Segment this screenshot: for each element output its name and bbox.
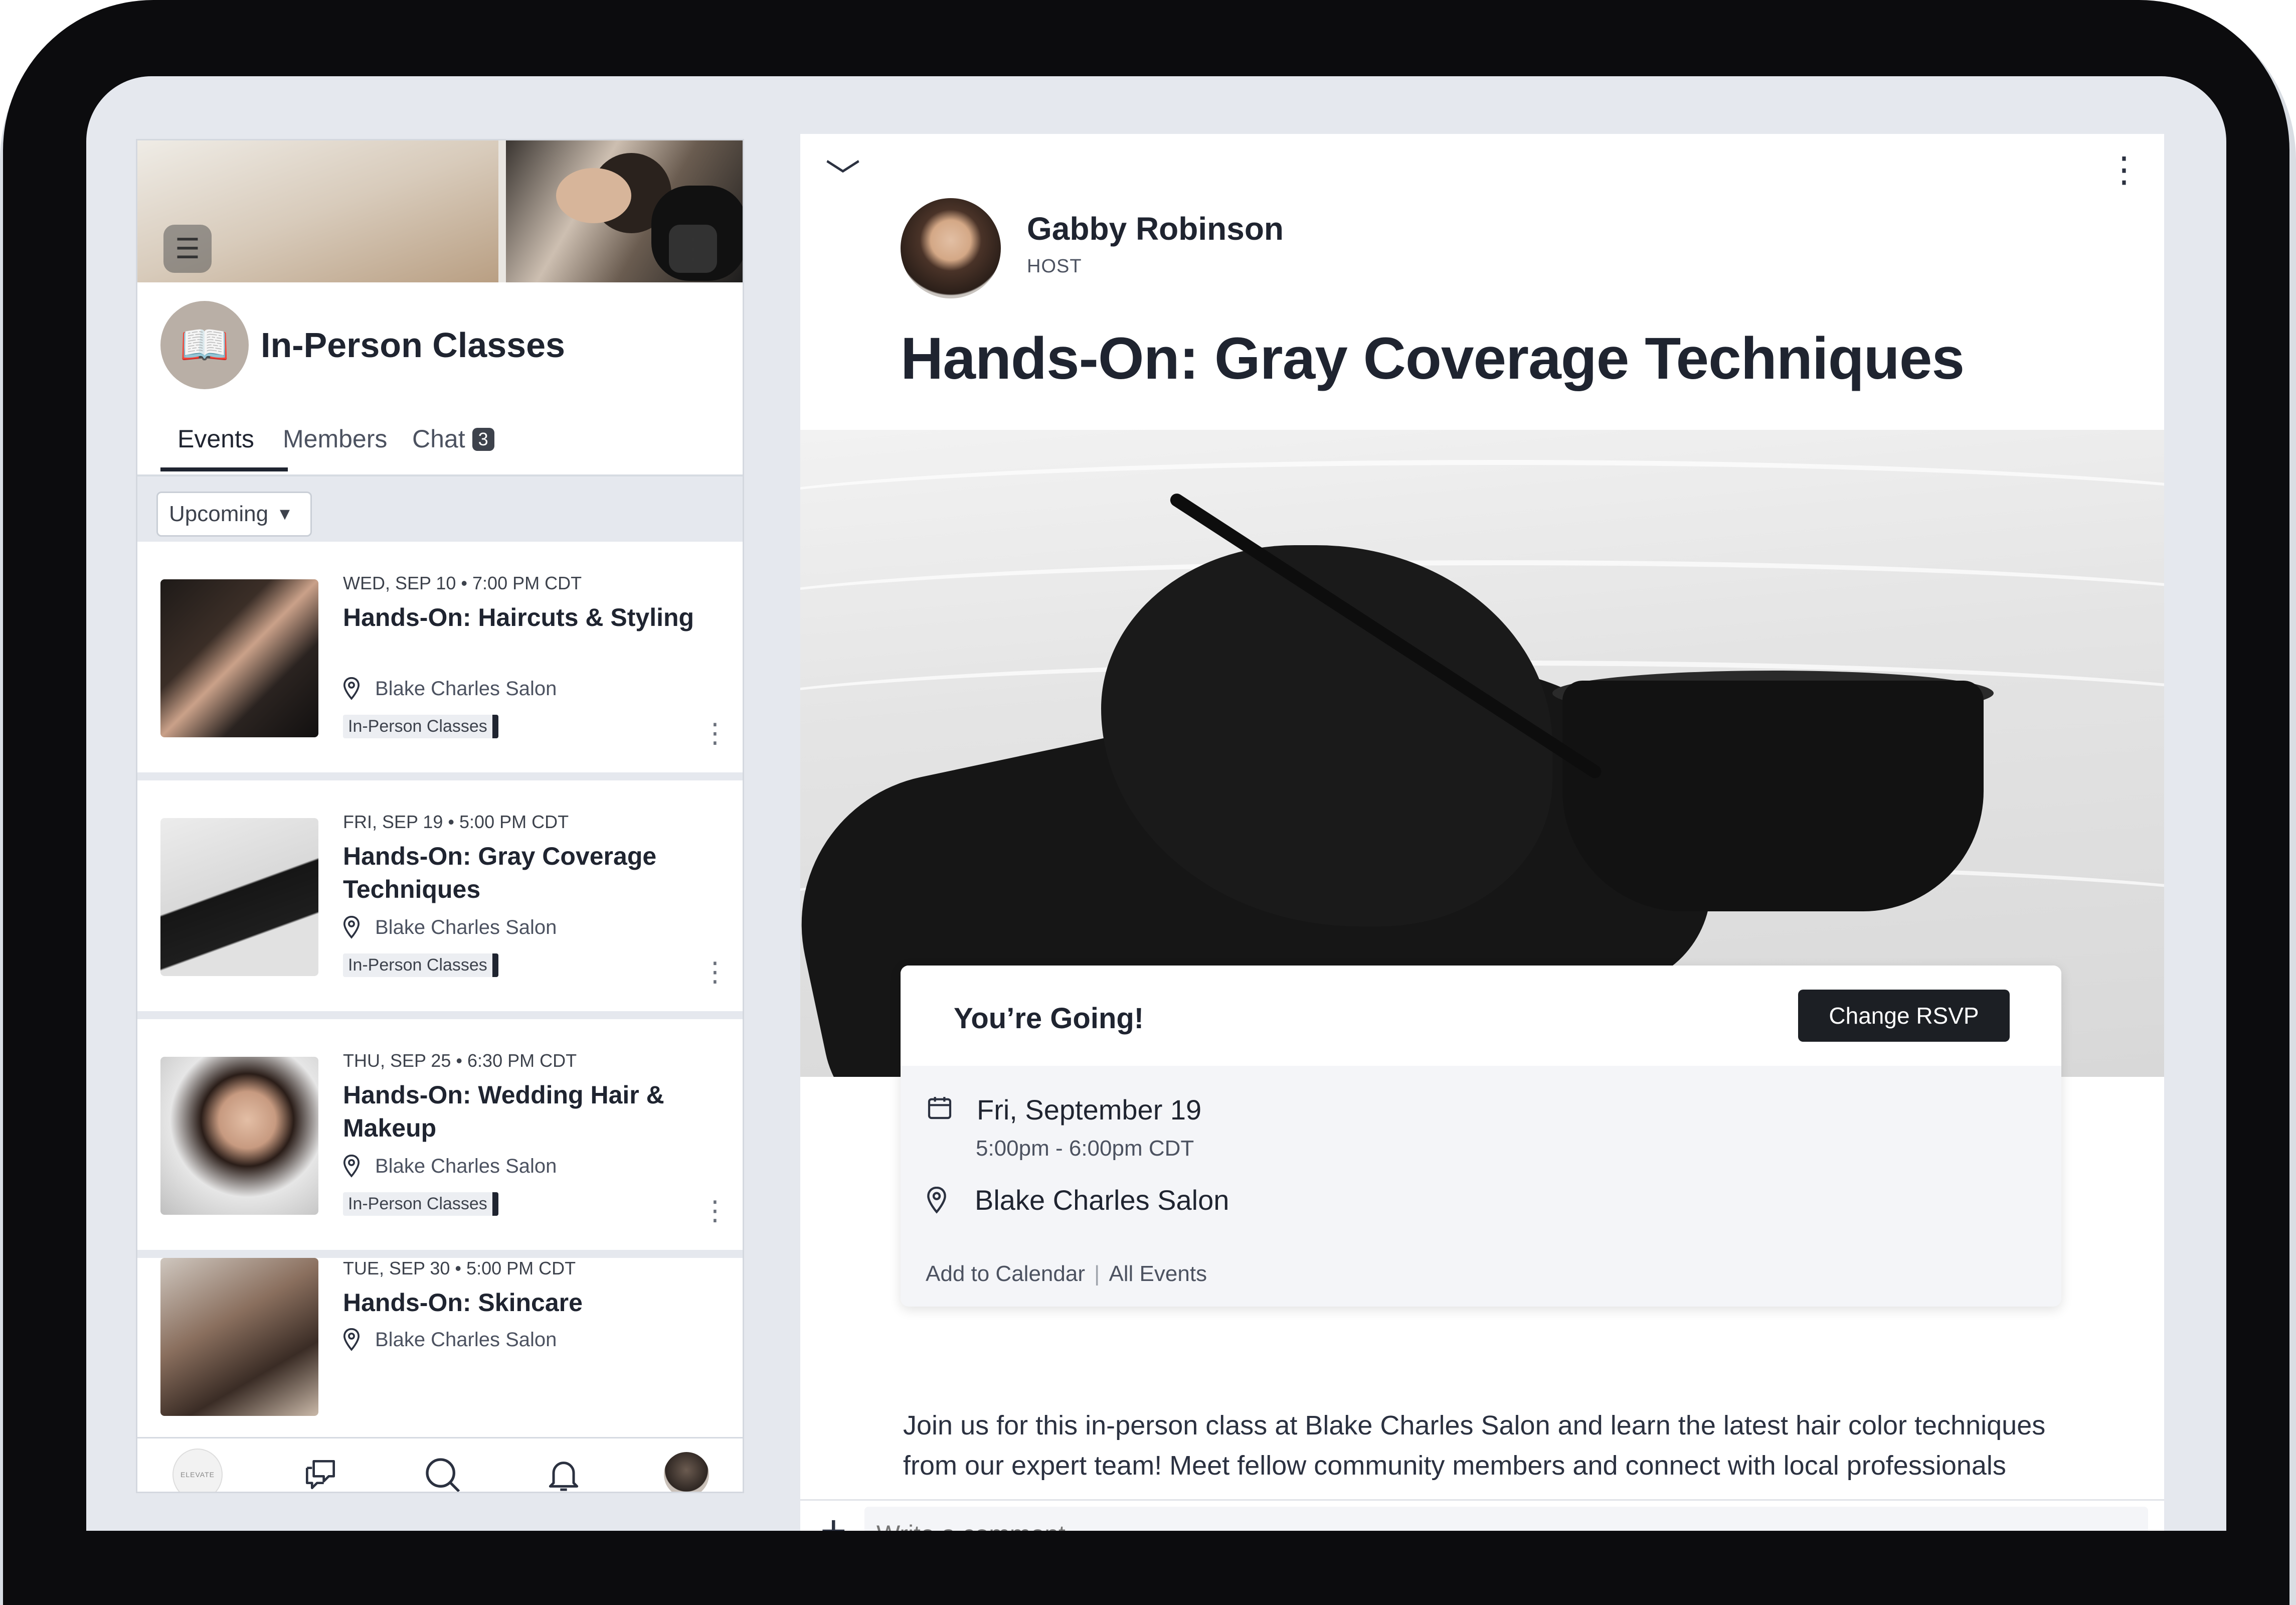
comment-input[interactable]: [864, 1507, 2148, 1531]
group-cover-image: ☰ ⋮: [137, 140, 743, 282]
wave-texture: [800, 460, 2164, 565]
tint-bowl-shape: [1562, 681, 1984, 911]
location-pin-icon: [343, 916, 360, 939]
avatar: [664, 1452, 709, 1492]
host-avatar: [901, 198, 1001, 298]
bell-icon[interactable]: [539, 1450, 589, 1492]
event-location-text: Blake Charles Salon: [975, 1184, 1229, 1216]
tab-events-label: Events: [178, 425, 254, 453]
event-thumbnail: [160, 818, 318, 976]
event-list-item[interactable]: FRI, SEP 19 • 5:00 PM CDT Hands-On: Gray…: [137, 780, 743, 1011]
event-group-tag: In-Person Classes: [343, 953, 498, 977]
group-header: 📖 In-Person Classes: [160, 300, 565, 390]
location-pin-icon: [343, 677, 360, 700]
location-pin-icon: [927, 1186, 946, 1214]
tab-chat-label: Chat: [412, 425, 465, 453]
event-location: Blake Charles Salon: [343, 1328, 557, 1351]
divider: [137, 772, 743, 780]
profile-avatar[interactable]: [661, 1450, 712, 1492]
bottom-nav: ELEVATE: [137, 1437, 743, 1492]
event-more-icon[interactable]: ⋮: [701, 956, 729, 988]
filter-bar: Upcoming ▼: [137, 476, 743, 542]
group-title: In-Person Classes: [261, 326, 565, 365]
event-links: Add to Calendar | All Events: [926, 1261, 1207, 1287]
event-filter-dropdown[interactable]: Upcoming ▼: [156, 492, 312, 537]
caret-down-icon: ▼: [276, 504, 293, 524]
event-more-icon[interactable]: ⋮: [701, 1195, 729, 1226]
event-location-row: Blake Charles Salon: [927, 1184, 1229, 1216]
event-title: Hands-On: Haircuts & Styling: [343, 603, 694, 631]
event-date: FRI, SEP 19 • 5:00 PM CDT: [343, 812, 569, 832]
app-screen: ☰ ⋮ 📖 In-Person Classes Events Members C…: [86, 76, 2226, 1531]
rsvp-header: You’re Going! Change RSVP: [901, 966, 2061, 1066]
tab-members[interactable]: Members: [283, 424, 387, 453]
event-date: TUE, SEP 30 • 5:00 PM CDT: [343, 1258, 576, 1278]
rsvp-status: You’re Going!: [954, 1002, 1144, 1035]
event-list-item[interactable]: THU, SEP 25 • 6:30 PM CDT Hands-On: Wedd…: [137, 1019, 743, 1250]
chevron-down-icon[interactable]: ﹀: [825, 149, 860, 200]
group-panel: ☰ ⋮ 📖 In-Person Classes Events Members C…: [136, 139, 744, 1493]
event-description: Join us for this in-person class at Blak…: [903, 1410, 2046, 1481]
host-name: Gabby Robinson: [1027, 211, 1284, 247]
event-title: Hands-On: Wedding Hair & Makeup: [343, 1081, 664, 1142]
tab-events[interactable]: Events: [178, 424, 254, 453]
tab-chat[interactable]: Chat 3: [412, 424, 494, 453]
event-list-item[interactable]: WED, SEP 10 • 7:00 PM CDT Hands-On: Hair…: [137, 542, 743, 772]
event-location-text: Blake Charles Salon: [375, 677, 557, 700]
event-location-text: Blake Charles Salon: [375, 1155, 557, 1177]
event-location: Blake Charles Salon: [343, 677, 557, 700]
event-time-text: 5:00pm - 6:00pm CDT: [976, 1136, 1194, 1161]
chat-count-badge: 3: [472, 428, 494, 451]
chat-bubbles-icon: [306, 1460, 335, 1489]
event-group-tag: In-Person Classes: [343, 715, 498, 738]
device-frame: ☰ ⋮ 📖 In-Person Classes Events Members C…: [0, 0, 2296, 1605]
group-avatar: 📖: [160, 301, 249, 389]
chat-icon[interactable]: [295, 1450, 345, 1492]
calendar-icon: [928, 1097, 952, 1119]
more-options-icon[interactable]: ⋮: [2106, 149, 2142, 190]
event-date-text: Fri, September 19: [977, 1094, 1202, 1126]
add-to-calendar-link[interactable]: Add to Calendar: [926, 1261, 1085, 1286]
all-events-link[interactable]: All Events: [1109, 1261, 1207, 1286]
event-title: Hands-On: Gray Coverage Techniques: [343, 842, 657, 903]
event-location-text: Blake Charles Salon: [375, 1328, 557, 1351]
event-date: THU, SEP 25 • 6:30 PM CDT: [343, 1050, 577, 1071]
event-group-tag: In-Person Classes: [343, 1192, 498, 1216]
host-role: HOST: [1027, 256, 1082, 277]
divider: [137, 1250, 743, 1258]
divider: [137, 1011, 743, 1019]
event-title: Hands-On: Skincare: [343, 1289, 583, 1317]
active-tab-indicator: [160, 467, 288, 471]
menu-icon[interactable]: ☰: [163, 225, 212, 273]
rsvp-card: You’re Going! Change RSVP Fri, September…: [901, 966, 2061, 1307]
event-more-icon[interactable]: ⋮: [701, 717, 729, 749]
comment-bar: +: [800, 1499, 2164, 1531]
group-tabs: Events Members Chat 3: [137, 419, 743, 476]
event-detail-title: Hands-On: Gray Coverage Techniques: [901, 326, 1965, 392]
filter-value: Upcoming: [169, 502, 269, 526]
cover-face-shape: [556, 168, 631, 223]
event-thumbnail: [160, 1057, 318, 1215]
event-location: Blake Charles Salon: [343, 1155, 557, 1178]
event-thumbnail: [160, 1258, 318, 1416]
event-detail-panel: ﹀ ⋮ Gabby Robinson HOST Hands-On: Gray C…: [800, 134, 2164, 1531]
change-rsvp-button[interactable]: Change RSVP: [1798, 990, 2010, 1042]
home-logo[interactable]: ELEVATE: [172, 1449, 223, 1492]
link-separator: |: [1094, 1261, 1100, 1286]
event-thumbnail: [160, 579, 318, 737]
event-date: WED, SEP 10 • 7:00 PM CDT: [343, 573, 582, 593]
tab-members-label: Members: [283, 425, 388, 453]
event-location: Blake Charles Salon: [343, 916, 557, 939]
event-location-text: Blake Charles Salon: [375, 916, 557, 938]
search-icon[interactable]: [417, 1450, 467, 1492]
notification-bell-icon: [549, 1462, 579, 1491]
add-attachment-icon[interactable]: +: [820, 1506, 847, 1531]
cover-more-icon[interactable]: ⋮: [669, 225, 717, 273]
location-pin-icon: [343, 1328, 360, 1351]
event-date-row: Fri, September 19: [926, 1093, 1201, 1126]
location-pin-icon: [343, 1155, 360, 1178]
magnifier-icon: [426, 1458, 460, 1492]
community-logo: ELEVATE: [172, 1449, 223, 1492]
book-icon: 📖: [180, 323, 230, 367]
